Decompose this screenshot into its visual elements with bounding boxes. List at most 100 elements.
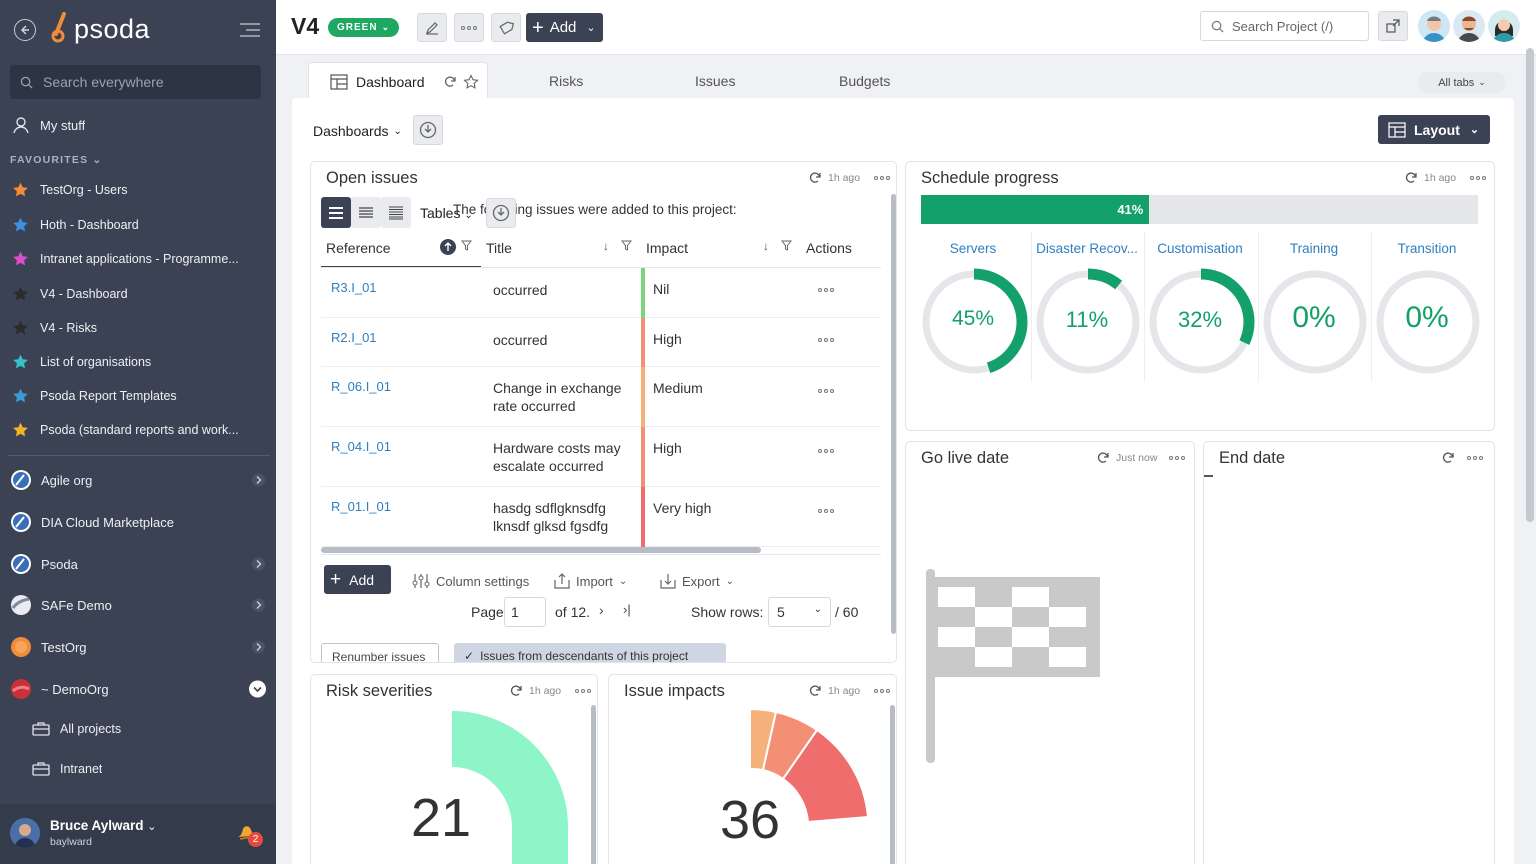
tab-dashboard[interactable]: Dashboard — [308, 62, 488, 100]
column-header-reference[interactable]: Reference — [326, 240, 391, 256]
ellipsis-icon[interactable] — [1470, 176, 1487, 180]
column-settings-button[interactable]: Column settings — [412, 573, 529, 589]
dashboards-dropdown[interactable]: Dashboards ⌄ — [313, 123, 402, 139]
ellipsis-icon[interactable] — [1169, 456, 1186, 460]
renumber-issues-button[interactable]: Renumber issues — [321, 643, 439, 662]
vertical-scrollbar[interactable] — [591, 705, 596, 864]
issue-reference-link[interactable]: R_04.I_01 — [331, 439, 391, 454]
chevron-down-icon[interactable] — [249, 680, 266, 698]
ellipsis-icon[interactable] — [1467, 456, 1483, 460]
issue-reference-link[interactable]: R2.I_01 — [331, 330, 377, 345]
sort-ascending-icon[interactable] — [440, 239, 456, 255]
phase-name[interactable]: Disaster Recov... — [1030, 241, 1144, 256]
star-icon[interactable] — [462, 73, 479, 90]
view-compact-button[interactable] — [351, 197, 381, 228]
status-badge[interactable]: GREEN ⌄ — [328, 18, 400, 37]
user-name[interactable]: Bruce Aylward ⌄ — [50, 818, 157, 833]
my-stuff-link[interactable]: My stuff — [0, 114, 276, 136]
favourite-item[interactable]: V4 - Risks — [0, 317, 276, 339]
back-icon[interactable] — [14, 19, 36, 41]
chevron-right-icon[interactable] — [252, 640, 265, 654]
psoda-logo[interactable]: psoda — [50, 12, 150, 46]
issue-reference-link[interactable]: R_01.I_01 — [331, 499, 391, 514]
sidebar-org-item[interactable]: Psoda — [0, 552, 276, 576]
column-header-actions[interactable]: Actions — [806, 240, 852, 256]
avatar[interactable] — [1453, 10, 1485, 42]
tab-risks[interactable]: Risks — [549, 62, 583, 100]
favourite-item[interactable]: Intranet applications - Programme... — [0, 248, 276, 270]
sidebar-item-all-projects[interactable]: All projects — [0, 718, 276, 740]
phase-name[interactable]: Training — [1257, 241, 1371, 256]
next-page-icon[interactable]: › — [599, 602, 604, 618]
view-list-button[interactable] — [321, 197, 351, 228]
favourite-item[interactable]: Psoda (standard reports and work... — [0, 419, 276, 441]
sort-arrow-icon[interactable]: ↓ — [763, 239, 769, 253]
refresh-icon[interactable] — [1441, 451, 1455, 465]
refresh-icon[interactable] — [1404, 171, 1418, 185]
refresh-icon[interactable] — [443, 75, 457, 89]
vertical-scrollbar[interactable] — [890, 705, 895, 864]
avatar[interactable] — [1488, 10, 1520, 42]
refresh-icon[interactable] — [1096, 451, 1110, 465]
project-search-input[interactable]: Search Project (/) — [1200, 11, 1369, 41]
tab-budgets[interactable]: Budgets — [839, 62, 890, 100]
show-rows-select[interactable]: 5 ⌄ — [768, 597, 831, 627]
import-button[interactable]: Import ⌄ — [554, 573, 627, 589]
avatar[interactable] — [10, 818, 40, 848]
vertical-scrollbar[interactable] — [891, 194, 896, 634]
table-row[interactable]: R3.I_01 occurred Nil — [321, 268, 881, 318]
issue-reference-link[interactable]: R3.I_01 — [331, 280, 377, 295]
descendants-toggle[interactable]: ✓ Issues from descendants of this project — [454, 643, 726, 662]
sidebar-org-item[interactable]: SAFe Demo — [0, 593, 276, 617]
add-issue-button[interactable]: + Add — [324, 565, 391, 594]
column-header-impact[interactable]: Impact — [646, 240, 688, 256]
all-tabs-dropdown[interactable]: All tabs ⌄ — [1418, 72, 1506, 93]
avatar[interactable] — [1418, 10, 1450, 42]
phase-name[interactable]: Transition — [1370, 241, 1484, 256]
favourite-item[interactable]: Hoth - Dashboard — [0, 214, 276, 236]
favourite-item[interactable]: V4 - Dashboard — [0, 283, 276, 305]
page-scrollbar[interactable] — [1526, 48, 1534, 522]
phase-name[interactable]: Customisation — [1143, 241, 1257, 256]
dashboard-settings-button[interactable] — [413, 115, 443, 145]
issue-reference-link[interactable]: R_06.I_01 — [331, 379, 391, 394]
collapse-menu-icon[interactable] — [238, 21, 262, 39]
favourites-header[interactable]: FAVOURITES ⌄ — [10, 154, 102, 166]
table-row[interactable]: R_06.I_01 Change in exchange rate occurre… — [321, 367, 881, 427]
sidebar-org-item[interactable]: DIA Cloud Marketplace — [0, 510, 276, 534]
more-options-button[interactable] — [454, 13, 484, 42]
table-row[interactable]: R_04.I_01 Hardware costs may escalate occ… — [321, 427, 881, 487]
refresh-icon[interactable] — [808, 171, 822, 185]
sidebar-item-intranet[interactable]: Intranet — [0, 758, 276, 780]
sidebar-org-item[interactable]: ~ DemoOrg — [0, 677, 276, 701]
table-settings-button[interactable] — [486, 198, 516, 228]
favourite-item[interactable]: Psoda Report Templates — [0, 385, 276, 407]
favourite-item[interactable]: List of organisations — [0, 351, 276, 373]
page-number-input[interactable]: 1 — [504, 597, 546, 627]
favourite-item[interactable]: TestOrg - Users — [0, 179, 276, 201]
filter-icon[interactable] — [461, 240, 472, 251]
ellipsis-icon[interactable] — [874, 176, 891, 180]
export-button[interactable]: Export ⌄ — [660, 573, 734, 589]
last-page-icon[interactable]: ›| — [623, 602, 631, 617]
tab-issues[interactable]: Issues — [695, 62, 735, 100]
row-actions-icon[interactable] — [818, 509, 834, 513]
horizontal-scrollbar[interactable] — [321, 547, 761, 553]
row-actions-icon[interactable] — [818, 389, 834, 393]
chevron-right-icon[interactable] — [252, 598, 265, 612]
view-dense-button[interactable] — [381, 197, 411, 228]
row-actions-icon[interactable] — [818, 288, 834, 292]
switch-view-button[interactable] — [1378, 11, 1408, 41]
row-actions-icon[interactable] — [818, 338, 834, 342]
row-actions-icon[interactable] — [818, 449, 834, 453]
user-footer[interactable]: Bruce Aylward ⌄ baylward — [0, 804, 276, 864]
add-button[interactable]: + Add ⌄ — [526, 13, 603, 42]
sidebar-org-item[interactable]: TestOrg — [0, 635, 276, 659]
layout-button[interactable]: Layout ⌄ — [1378, 115, 1490, 144]
chevron-right-icon[interactable] — [252, 473, 265, 487]
sidebar-org-item[interactable]: Agile org — [0, 468, 276, 492]
sort-arrow-icon[interactable]: ↓ — [603, 239, 609, 253]
global-search-input[interactable]: Search everywhere — [10, 65, 261, 99]
chevron-right-icon[interactable] — [252, 557, 265, 571]
tag-button[interactable] — [491, 13, 521, 42]
